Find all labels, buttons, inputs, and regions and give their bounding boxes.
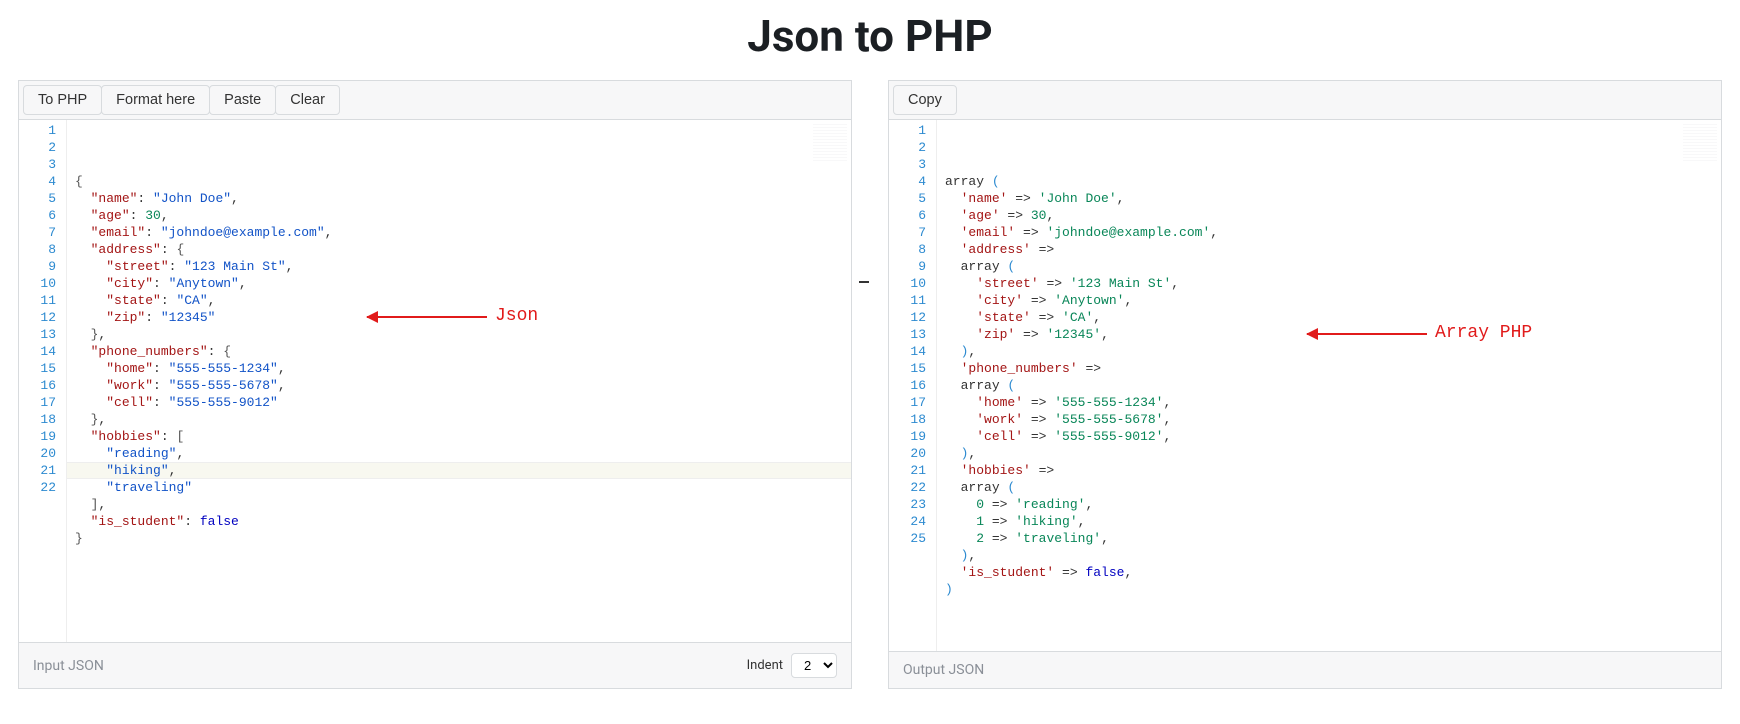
output-code[interactable]: array ( 'name' => 'John Doe', 'age' => 3… (937, 120, 1721, 651)
minimap-icon (1683, 124, 1717, 162)
minimap-icon (813, 124, 847, 162)
format-button[interactable]: Format here (101, 85, 210, 115)
output-footer-label: Output JSON (903, 662, 984, 678)
input-footer: Input JSON Indent 2 (19, 642, 851, 688)
output-editor[interactable]: 1234567891011121314151617181920212223242… (889, 120, 1721, 651)
indent-label: Indent (747, 658, 783, 673)
input-pane: To PHP Format here Paste Clear 123456789… (18, 80, 852, 689)
input-code[interactable]: { "name": "John Doe", "age": 30, "email"… (67, 120, 851, 642)
copy-button[interactable]: Copy (893, 85, 957, 115)
page-title: Json to PHP (0, 10, 1740, 62)
output-pane: Copy 12345678910111213141516171819202122… (888, 80, 1722, 689)
input-footer-label: Input JSON (33, 658, 104, 674)
clear-button[interactable]: Clear (275, 85, 340, 115)
input-editor[interactable]: 12345678910111213141516171819202122 { "n… (19, 120, 851, 642)
input-gutter: 12345678910111213141516171819202122 (19, 120, 67, 642)
to-php-button[interactable]: To PHP (23, 85, 102, 115)
pane-splitter-icon[interactable] (859, 281, 869, 283)
output-footer: Output JSON (889, 651, 1721, 688)
indent-select[interactable]: 2 (791, 653, 837, 678)
paste-button[interactable]: Paste (209, 85, 276, 115)
input-toolbar: To PHP Format here Paste Clear (19, 81, 851, 120)
output-toolbar: Copy (889, 81, 1721, 120)
panes-container: To PHP Format here Paste Clear 123456789… (0, 80, 1740, 689)
output-gutter: 1234567891011121314151617181920212223242… (889, 120, 937, 651)
